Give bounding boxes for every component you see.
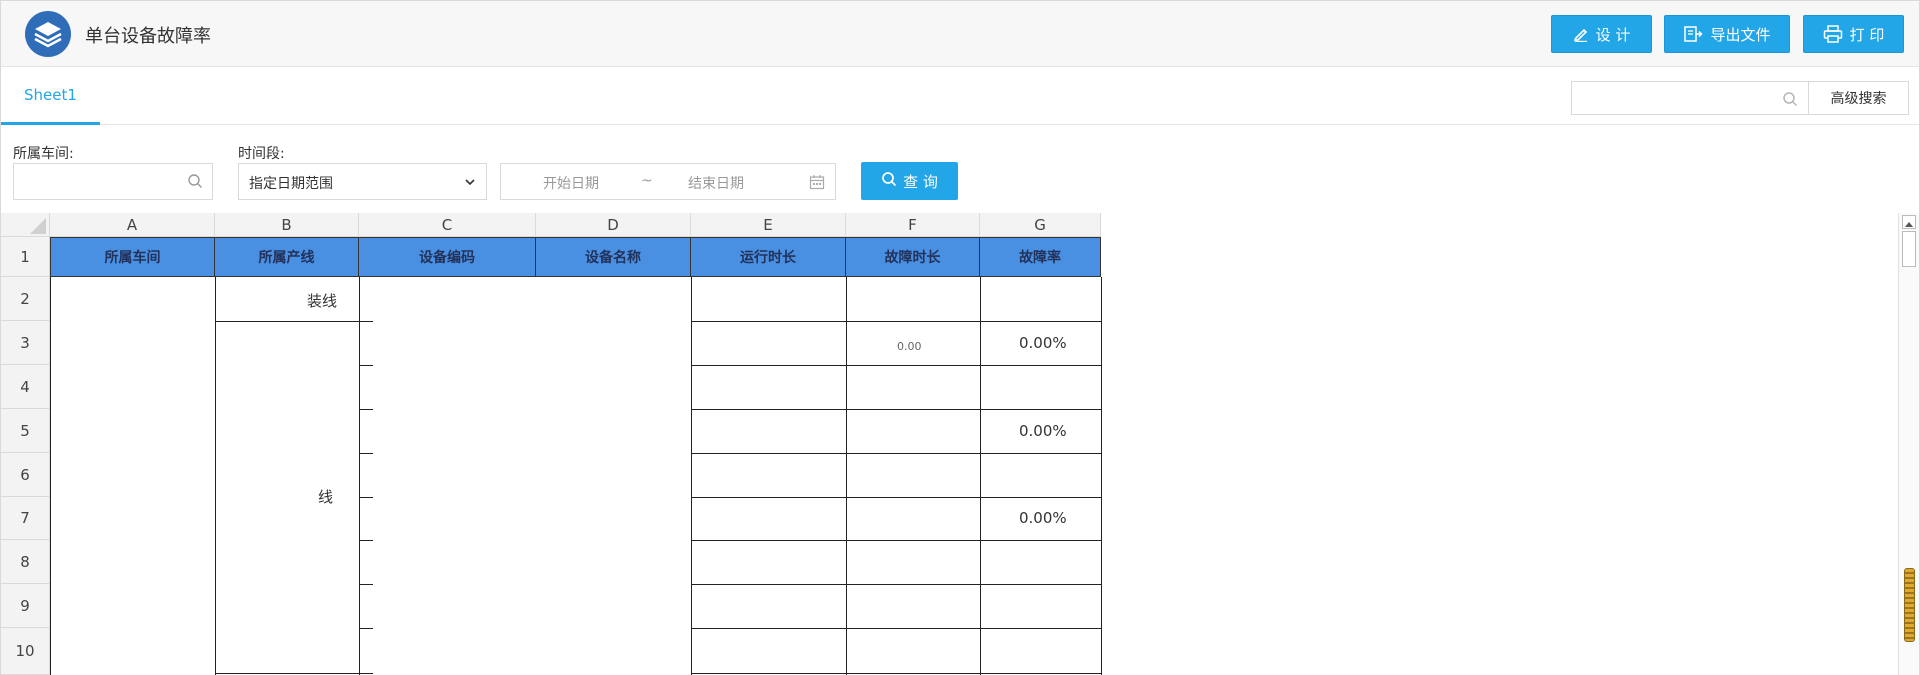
search-icon [187, 173, 203, 193]
period-label: 时间段: [238, 146, 285, 162]
scroll-thumb[interactable] [1902, 231, 1916, 267]
export-file-icon [1683, 25, 1704, 43]
redacted-region [373, 277, 691, 675]
header-cell-workshop[interactable]: 所属车间 [50, 237, 215, 277]
column-header-d[interactable]: D [536, 213, 691, 237]
cell-b2[interactable]: 装线 [307, 290, 337, 311]
row-header-9[interactable]: 9 [1, 584, 50, 628]
search-icon [881, 171, 897, 191]
vertical-scrollbar[interactable] [1898, 213, 1919, 675]
design-button[interactable]: 设 计 [1551, 15, 1652, 53]
search-input[interactable] [1571, 81, 1809, 115]
period-select-value: 指定日期范围 [249, 176, 333, 192]
query-button[interactable]: 查 询 [861, 162, 958, 200]
query-button-label: 查 询 [903, 172, 938, 191]
grid-line [691, 277, 692, 675]
row-header-8[interactable]: 8 [1, 540, 50, 584]
header-cell-line[interactable]: 所属产线 [215, 237, 359, 277]
workshop-label: 所属车间: [13, 146, 74, 162]
tab-sheet1[interactable]: Sheet1 [1, 67, 100, 125]
grid-line [980, 277, 981, 675]
app-header: 单台设备故障率 设 计 导出文件 打 印 [1, 1, 1919, 67]
grid-line [50, 277, 51, 675]
header-cell-device-name[interactable]: 设备名称 [536, 237, 691, 277]
header-cell-run-time[interactable]: 运行时长 [691, 237, 846, 277]
column-header-g[interactable]: G [980, 213, 1101, 237]
export-file-button[interactable]: 导出文件 [1664, 15, 1790, 53]
grid-line [846, 277, 847, 675]
design-button-label: 设 计 [1595, 25, 1631, 44]
cell-g3[interactable]: 0.00% [1019, 334, 1067, 352]
grid-line [215, 277, 216, 675]
chevron-down-icon [464, 176, 476, 192]
grid-line [1101, 277, 1102, 675]
range-separator: ~ [641, 173, 653, 189]
row-header-3[interactable]: 3 [1, 321, 50, 365]
row-header-7[interactable]: 7 [1, 497, 50, 540]
row-header-2[interactable]: 2 [1, 277, 50, 321]
advanced-search-button[interactable]: 高级搜索 [1808, 81, 1909, 115]
layers-logo-icon [25, 11, 71, 57]
column-header-c[interactable]: C [359, 213, 536, 237]
export-file-label: 导出文件 [1710, 25, 1771, 44]
sheet-tab-bar: Sheet1 高级搜索 [1, 67, 1919, 125]
row-header-5[interactable]: 5 [1, 409, 50, 453]
grid-line [359, 277, 360, 675]
column-header-f[interactable]: F [846, 213, 980, 237]
print-button[interactable]: 打 印 [1803, 15, 1904, 53]
period-select[interactable]: 指定日期范围 [238, 163, 487, 200]
pencil-icon [1573, 26, 1589, 42]
header-cell-fault-time[interactable]: 故障时长 [846, 237, 980, 277]
scroll-up-arrow-icon[interactable] [1902, 215, 1916, 229]
scroll-resize-handle[interactable] [1904, 568, 1915, 642]
date-range-picker[interactable]: 开始日期 ~ 结束日期 [500, 163, 836, 200]
printer-icon [1823, 25, 1843, 43]
row-header-6[interactable]: 6 [1, 453, 50, 497]
cell-f3[interactable]: 0.00 [897, 340, 922, 353]
column-header-b[interactable]: B [215, 213, 359, 237]
header-cell-device-code[interactable]: 设备编码 [359, 237, 536, 277]
select-all-corner[interactable] [1, 213, 50, 237]
row-header-4[interactable]: 4 [1, 365, 50, 409]
header-cell-fault-rate[interactable]: 故障率 [980, 237, 1101, 277]
cell-g7[interactable]: 0.00% [1019, 509, 1067, 527]
cell-g5[interactable]: 0.00% [1019, 422, 1067, 440]
workshop-input[interactable] [13, 163, 213, 200]
column-header-e[interactable]: E [691, 213, 846, 237]
spreadsheet[interactable]: A B C D E F G 1 2 3 4 5 6 7 8 9 10 所属车间 … [1, 213, 1899, 675]
end-date-input[interactable]: 结束日期 [688, 173, 744, 193]
start-date-input[interactable]: 开始日期 [543, 173, 599, 193]
column-header-a[interactable]: A [50, 213, 215, 237]
calendar-icon [809, 174, 825, 194]
print-button-label: 打 印 [1849, 25, 1885, 44]
row-header-1[interactable]: 1 [1, 237, 50, 277]
page-title: 单台设备故障率 [85, 26, 211, 47]
app-window: 单台设备故障率 设 计 导出文件 打 印 Sheet1 高级搜索 所属车间: 时… [0, 0, 1920, 675]
cell-b3-merged[interactable]: 线 [318, 486, 333, 507]
row-header-10[interactable]: 10 [1, 628, 50, 675]
